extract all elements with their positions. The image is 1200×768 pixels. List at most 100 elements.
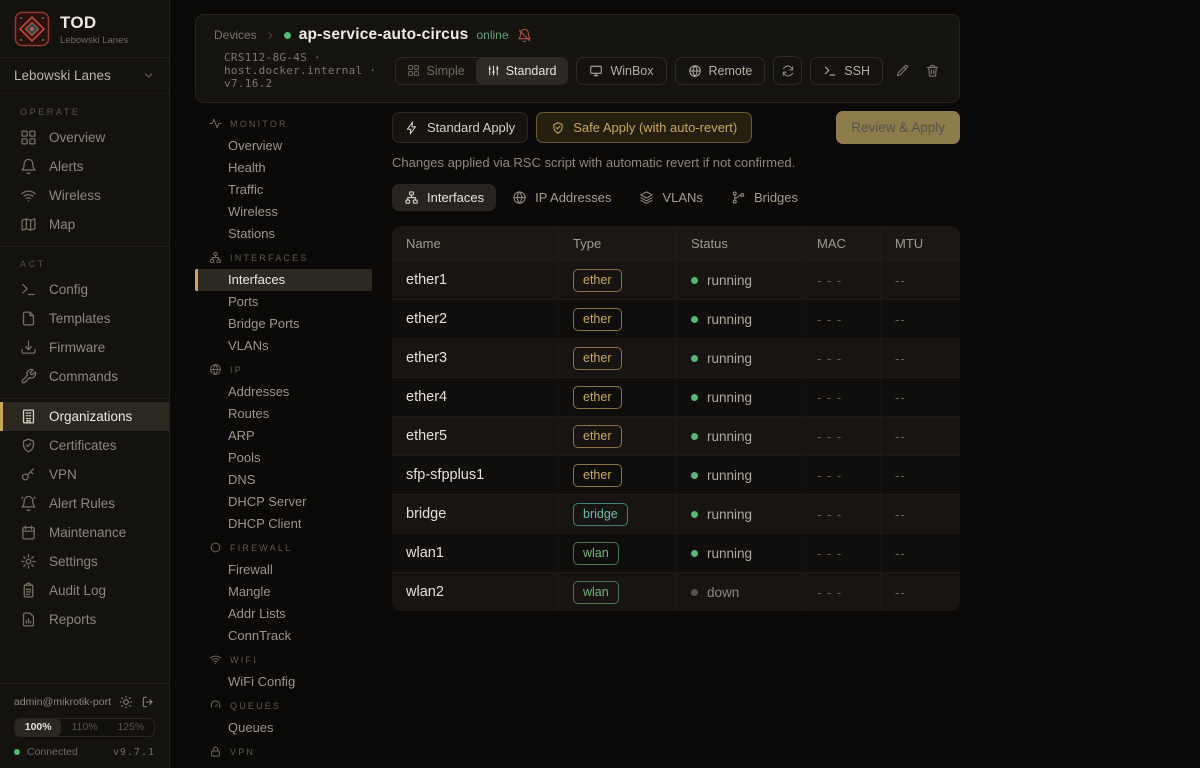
zoom-110-button[interactable]: 110% [61,719,107,736]
delete-button[interactable] [921,60,943,82]
sidebar-item-map[interactable]: Map [0,210,169,239]
table-row[interactable]: ether3etherrunning- - --- [392,338,960,377]
nav-item-overview[interactable]: Overview [195,135,372,157]
nav-item-traffic[interactable]: Traffic [195,179,372,201]
nav-item-queues[interactable]: Queues [195,717,372,739]
table-row[interactable]: ether4etherrunning- - --- [392,377,960,416]
cell-name: ether3 [392,339,558,377]
brand-text: TOD Lebowski Lanes [60,13,128,46]
app-sidebar: TOD Lebowski Lanes Lebowski Lanes OPERAT… [0,0,170,768]
breadcrumb-devices-link[interactable]: Devices [214,28,257,42]
tab-ip-addresses[interactable]: IP Addresses [500,184,623,211]
sidebar-item-config[interactable]: Config [0,275,169,304]
bell-off-icon[interactable] [517,28,532,43]
ssh-button-label: SSH [844,64,870,78]
column-header-type: Type [558,226,676,260]
app-version: v9.7.1 [113,747,155,758]
sidebar-item-firmware[interactable]: Firmware [0,333,169,362]
nav-item-stations[interactable]: Stations [195,223,372,245]
wifi-icon [209,653,222,666]
nav-item-mangle[interactable]: Mangle [195,581,372,603]
cell-type: ether [558,339,676,377]
sidebar-item-reports[interactable]: Reports [0,605,169,634]
bell-ring-icon [20,495,37,512]
status-label: running [707,468,752,483]
refresh-button[interactable] [773,56,802,85]
sidebar-item-label: Reports [49,612,96,627]
sidebar-item-settings[interactable]: Settings [0,547,169,576]
cell-name: wlan1 [392,534,558,572]
nav-item-arp[interactable]: ARP [195,425,372,447]
nav-item-dhcp-server[interactable]: DHCP Server [195,491,372,513]
nav-item-dns[interactable]: DNS [195,469,372,491]
sidebar-item-organizations[interactable]: Organizations [0,402,169,431]
review-apply-button[interactable]: Review & Apply [836,111,960,144]
column-header-mac: MAC [802,226,880,260]
sidebar-item-certificates[interactable]: Certificates [0,431,169,460]
status-label: running [707,546,752,561]
tab-label: Bridges [754,190,798,205]
table-row[interactable]: ether2etherrunning- - --- [392,299,960,338]
nav-item-ppp[interactable]: PPP [195,763,372,768]
status-label: running [707,273,752,288]
type-badge: ether [573,425,622,448]
ssh-button[interactable]: SSH [810,57,883,85]
nav-item-bridge-ports[interactable]: Bridge Ports [195,313,372,335]
sidebar-item-overview[interactable]: Overview [0,123,169,152]
tab-interfaces[interactable]: Interfaces [392,184,496,211]
logout-icon[interactable] [141,695,155,709]
standard-apply-button[interactable]: Standard Apply [392,112,528,143]
table-header-row: NameTypeStatusMACMTU [392,226,960,260]
table-row[interactable]: ether1etherrunning- - --- [392,260,960,299]
layers-icon [639,190,654,205]
nav-item-health[interactable]: Health [195,157,372,179]
zoom-125-button[interactable]: 125% [108,719,154,736]
nav-item-ports[interactable]: Ports [195,291,372,313]
table-row[interactable]: bridgebridgerunning- - --- [392,494,960,533]
sidebar-item-vpn[interactable]: VPN [0,460,169,489]
status-label: running [707,312,752,327]
interfaces-table: NameTypeStatusMACMTU ether1etherrunning-… [392,226,960,611]
safe-apply-label: Safe Apply (with auto-revert) [573,120,737,135]
cell-mac: - - - [802,456,880,494]
nav-item-addr-lists[interactable]: Addr Lists [195,603,372,625]
sun-icon[interactable] [119,695,133,709]
sidebar-item-templates[interactable]: Templates [0,304,169,333]
table-row[interactable]: sfp-sfpplus1etherrunning- - --- [392,455,960,494]
org-selector[interactable]: Lebowski Lanes [0,58,169,94]
nav-item-interfaces[interactable]: Interfaces [195,269,372,291]
sidebar-item-commands[interactable]: Commands [0,362,169,391]
sidebar-item-audit-log[interactable]: Audit Log [0,576,169,605]
nav-item-routes[interactable]: Routes [195,403,372,425]
sidebar-item-wireless[interactable]: Wireless [0,181,169,210]
sidebar-item-label: Maintenance [49,525,126,540]
nav-item-wifi-config[interactable]: WiFi Config [195,671,372,693]
tab-vlans[interactable]: VLANs [627,184,714,211]
sidebar-item-alerts[interactable]: Alerts [0,152,169,181]
view-simple-button[interactable]: Simple [396,58,475,84]
tab-bridges[interactable]: Bridges [719,184,810,211]
nav-item-addresses[interactable]: Addresses [195,381,372,403]
report-icon [20,611,37,628]
remote-button[interactable]: Remote [675,57,766,85]
nav-item-firewall[interactable]: Firewall [195,559,372,581]
winbox-button[interactable]: WinBox [576,57,666,85]
sidebar-item-maintenance[interactable]: Maintenance [0,518,169,547]
zoom-100-button[interactable]: 100% [15,719,61,736]
nav-item-dhcp-client[interactable]: DHCP Client [195,513,372,535]
table-row[interactable]: wlan1wlanrunning- - --- [392,533,960,572]
nav-item-wireless[interactable]: Wireless [195,201,372,223]
cell-mac: - - - [802,534,880,572]
view-standard-button[interactable]: Standard [476,58,568,84]
cell-mac: - - - [802,339,880,377]
edit-button[interactable] [891,60,913,82]
table-row[interactable]: wlan2wlandown- - --- [392,572,960,611]
nav-item-conntrack[interactable]: ConnTrack [195,625,372,647]
safe-apply-button[interactable]: Safe Apply (with auto-revert) [536,112,752,143]
sidebar-item-alert-rules[interactable]: Alert Rules [0,489,169,518]
nav-item-pools[interactable]: Pools [195,447,372,469]
table-row[interactable]: ether5etherrunning- - --- [392,416,960,455]
cell-status: down [676,573,802,611]
type-badge: ether [573,347,622,370]
nav-item-vlans[interactable]: VLANs [195,335,372,357]
